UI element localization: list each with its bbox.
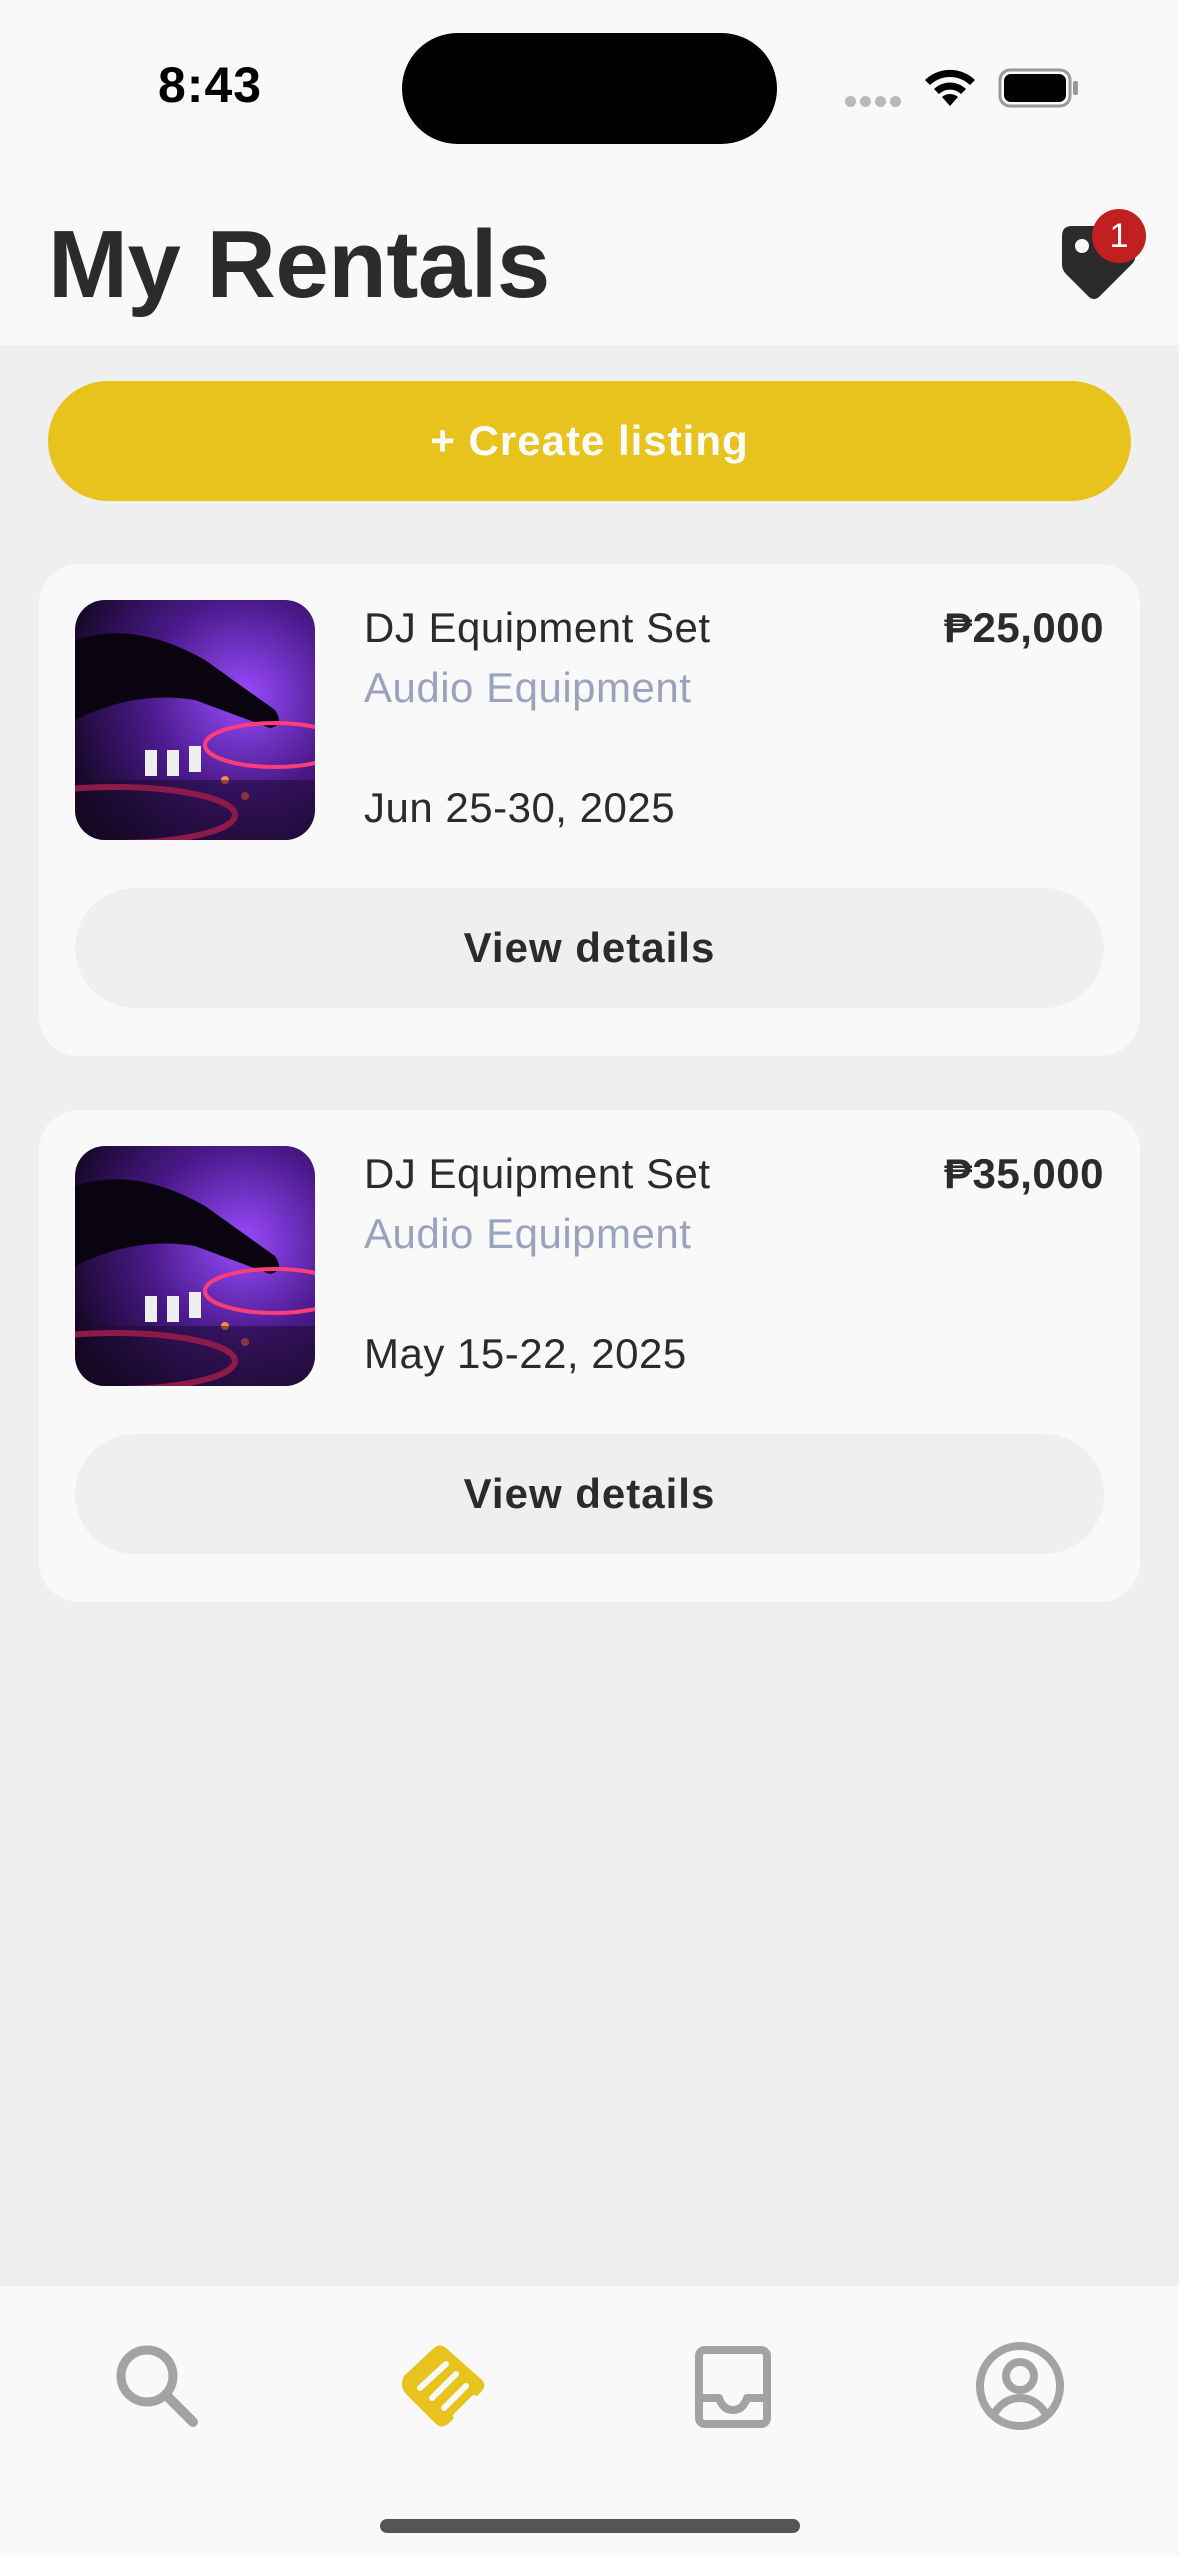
notification-badge: 1 <box>1092 209 1146 263</box>
tab-bar <box>0 2286 1179 2556</box>
battery-icon <box>998 68 1078 108</box>
handshake-icon <box>401 2345 485 2427</box>
rental-dates: Jun 25-30, 2025 <box>364 784 676 831</box>
rental-price: ₱25,000 <box>944 604 1104 651</box>
rental-card[interactable]: DJ Equipment Set Audio Equipment Jun 25-… <box>39 564 1140 1056</box>
rental-title: DJ Equipment Set <box>364 1150 711 1197</box>
profile-icon <box>976 2342 1064 2430</box>
cellular-signal-icon <box>845 94 905 112</box>
tab-search[interactable] <box>97 2326 217 2446</box>
view-details-button[interactable]: View details <box>75 1434 1104 1554</box>
home-indicator[interactable] <box>380 2519 800 2533</box>
search-icon <box>116 2345 198 2427</box>
tab-inbox[interactable] <box>673 2326 793 2446</box>
dj-mixer-photo <box>75 600 315 840</box>
header: My Rentals 1 <box>0 180 1179 345</box>
view-details-button[interactable]: View details <box>75 888 1104 1008</box>
rental-category: Audio Equipment <box>364 664 692 711</box>
rental-card[interactable]: DJ Equipment Set Audio Equipment May 15-… <box>39 1110 1140 1602</box>
tab-rentals[interactable] <box>385 2326 505 2446</box>
dynamic-island <box>402 33 777 144</box>
rental-price: ₱35,000 <box>944 1150 1104 1197</box>
dj-mixer-photo <box>75 1146 315 1386</box>
inbox-icon <box>695 2346 771 2428</box>
rental-category: Audio Equipment <box>364 1210 692 1257</box>
wifi-icon <box>925 69 975 106</box>
rental-dates: May 15-22, 2025 <box>364 1330 687 1377</box>
status-bar: 8:43 <box>0 0 1179 180</box>
create-listing-button[interactable]: + Create listing <box>48 381 1131 501</box>
rental-title: DJ Equipment Set <box>364 604 711 651</box>
status-time: 8:43 <box>158 57 263 113</box>
tab-profile[interactable] <box>960 2326 1080 2446</box>
page-title: My Rentals <box>48 211 550 318</box>
